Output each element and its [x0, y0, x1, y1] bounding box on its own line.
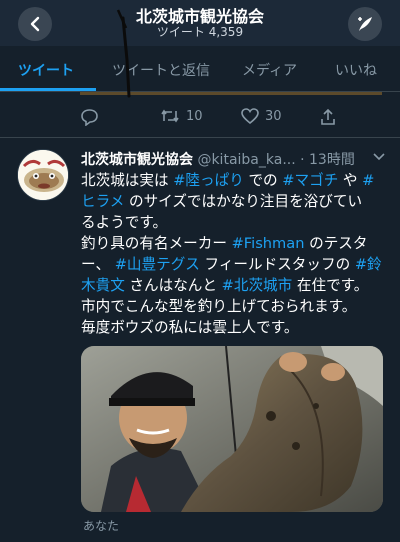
tweet-text-segment: るようです。 [81, 214, 168, 231]
tweet-text-line: 北茨城は実は #陸っぱり での #マゴチ や # [81, 170, 386, 191]
hashtag-link[interactable]: #鈴 [355, 256, 382, 273]
tweet-divider [0, 137, 400, 138]
tweet-text-segment: 市内でこんな型を釣り上げておられます。 [81, 298, 357, 315]
tweet-text-segment: での [243, 172, 283, 189]
reply-icon [81, 109, 98, 126]
like-button[interactable]: 30 [241, 108, 282, 124]
reply-button[interactable] [80, 108, 99, 126]
previous-tweet-actions: 10 30 [0, 108, 400, 128]
hashtag-link[interactable]: #マゴチ [282, 172, 338, 189]
hashtag-link[interactable]: ヒラメ [81, 193, 124, 210]
tweet-text-line: 釣り具の有名メーカー #Fishman のテスタ [81, 233, 386, 254]
tweet-author-name[interactable]: 北茨城市観光協会 [81, 152, 193, 168]
tweet-count: ツイート 4,359 [156, 25, 244, 39]
tweet-text-segment: 毎度ボウズの私には雲上人です。 [81, 319, 299, 336]
tweet-photo[interactable] [81, 346, 383, 512]
tweet-text-segment: さんはなんと [124, 277, 222, 294]
tab-tweets-and-replies[interactable]: ツイートと返信 [112, 60, 210, 80]
tweet-header: 北茨城市観光協会 @kitaiba_ka... · 13時間 [81, 149, 386, 169]
hashtag-link[interactable]: #陸っぱり [173, 172, 244, 189]
mascot-logo-icon [18, 150, 68, 200]
tab-likes[interactable]: いいね [335, 60, 377, 80]
tweet-text-segment: フィールドスタッフの [199, 256, 355, 273]
avatar[interactable] [17, 149, 69, 201]
retweet-button[interactable]: 10 [160, 108, 203, 124]
share-button[interactable] [320, 108, 336, 126]
profile-header: 北茨城市観光協会 ツイート 4,359 [0, 0, 400, 46]
tweet-author-handle[interactable]: @kitaiba_ka... [197, 152, 295, 168]
share-icon [321, 108, 335, 125]
retweet-count: 10 [186, 108, 203, 124]
profile-tabs: ツイート ツイートと返信 メディア いいね [0, 46, 400, 92]
tab-tweets[interactable]: ツイート [18, 60, 74, 80]
hashtag-link[interactable]: # [362, 172, 374, 189]
tweet-text-line: 木貴文 さんはなんと #北茨城市 在住です。 [81, 275, 386, 296]
heart-icon [241, 108, 259, 124]
tweet-text-line: ヒラメ のサイズではかなり注目を浴びてい [81, 191, 386, 212]
tweet-text-segment: 釣り具の有名メーカー [81, 235, 232, 252]
retweet-icon [161, 109, 179, 123]
hashtag-link[interactable]: #山豊テグス [115, 256, 200, 273]
compose-button[interactable] [348, 7, 382, 41]
hashtag-link[interactable]: 木貴文 [81, 277, 125, 294]
hashtag-link[interactable]: #北茨城市 [222, 277, 293, 294]
chevron-down-icon [373, 153, 385, 161]
tweet-text: 北茨城は実は #陸っぱり での #マゴチ や # ヒラメ のサイズではかなり注目を… [81, 170, 386, 338]
tweet-text-line: ー、 #山豊テグス フィールドスタッフの #鈴 [81, 254, 386, 275]
previous-tweet-media-edge [80, 92, 382, 95]
tweet-text-segment: 北茨城は実は [81, 172, 174, 189]
hashtag-link[interactable]: #Fishman [232, 235, 305, 252]
tweet-text-segment: のサイズではかなり注目を浴びてい [124, 193, 363, 210]
media-caption: あなた [83, 519, 120, 533]
tweet-time: · 13時間 [300, 152, 355, 168]
tweet-text-line: 市内でこんな型を釣り上げておられます。 [81, 296, 386, 317]
tweet-text-line: 毎度ボウズの私には雲上人です。 [81, 317, 386, 338]
tweet-text-segment: のテスタ [304, 235, 368, 252]
like-count: 30 [265, 108, 282, 124]
active-tab-indicator [0, 88, 96, 91]
tweet-menu-button[interactable] [372, 149, 386, 167]
tweet-text-segment: ー、 [81, 256, 115, 273]
photo-fisherman-holding-flounder [81, 346, 383, 512]
tab-media[interactable]: メディア [242, 60, 297, 80]
compose-quill-icon [358, 17, 372, 31]
tweet-text-segment: や [338, 172, 363, 189]
tweet-text-segment: 在住です。 [292, 277, 369, 294]
tweet-text-line: るようです。 [81, 212, 386, 233]
